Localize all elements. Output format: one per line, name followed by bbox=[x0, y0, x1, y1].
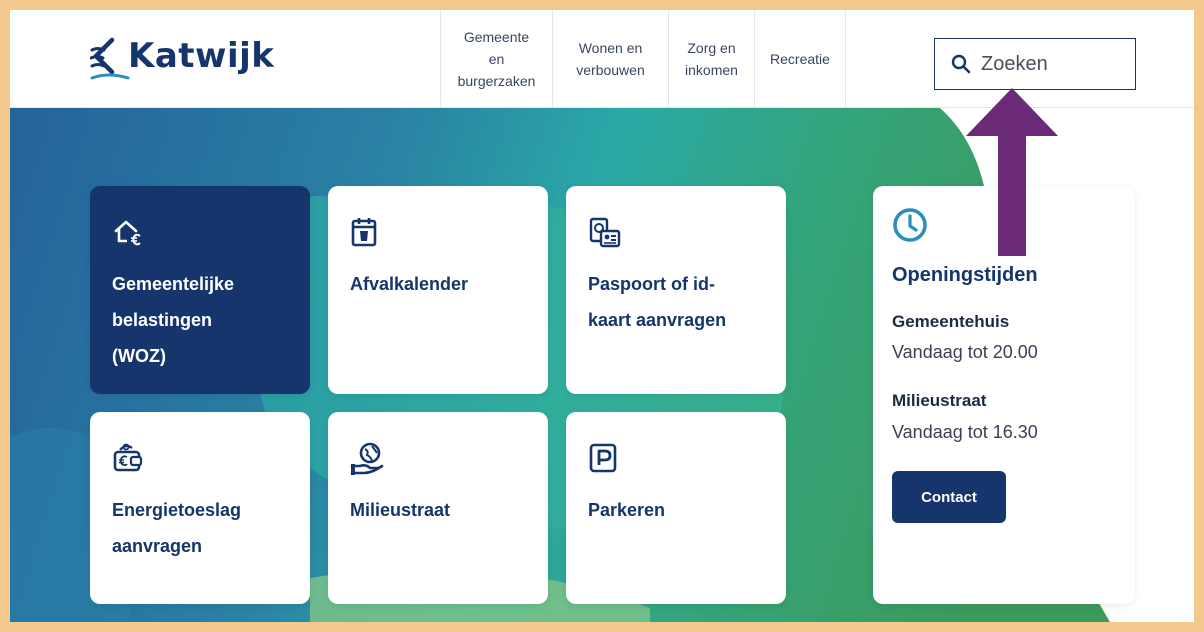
location-hours: Vandaag tot 16.30 bbox=[892, 422, 1038, 442]
nav-item-label: Wonen en verbouwen bbox=[576, 40, 645, 78]
tile-label: Afvalkalender bbox=[350, 274, 469, 294]
nav-item-gemeente[interactable]: Gemeente en burgerzaken bbox=[440, 10, 552, 108]
search-box[interactable] bbox=[934, 38, 1136, 90]
location-hours: Vandaag tot 20.00 bbox=[892, 342, 1038, 362]
wallet-euro-icon bbox=[113, 443, 143, 472]
house-euro-icon bbox=[114, 220, 141, 246]
nav-item-label: Zorg en inkomen bbox=[685, 40, 738, 78]
id-card-icon bbox=[589, 217, 621, 248]
tile-gemeentelijke-belastingen[interactable]: Gemeentelijke belastingen (WOZ) bbox=[90, 186, 310, 394]
logo-text: Katwijk bbox=[128, 36, 275, 76]
katwijk-logo[interactable]: Katwijk bbox=[90, 34, 274, 84]
tile-label: Milieustraat bbox=[350, 500, 451, 520]
location-name: Gemeentehuis bbox=[892, 312, 1010, 331]
nav-item-recreatie[interactable]: Recreatie bbox=[754, 10, 846, 108]
annotation-arrow-icon bbox=[966, 88, 1058, 256]
nav-item-label: Recreatie bbox=[770, 51, 830, 67]
parking-icon bbox=[589, 443, 617, 473]
tile-energietoeslag[interactable]: Energietoeslag aanvragen bbox=[90, 412, 310, 604]
nav-item-wonen[interactable]: Wonen en verbouwen bbox=[552, 10, 668, 108]
tile-label: Paspoort of id- kaart aanvragen bbox=[588, 274, 727, 330]
tile-milieustraat[interactable]: Milieustraat bbox=[328, 412, 548, 604]
clock-icon bbox=[893, 208, 927, 242]
nav-item-label: Gemeente en burgerzaken bbox=[457, 29, 536, 89]
search-input[interactable] bbox=[981, 52, 1121, 76]
tile-label: Energietoeslag aanvragen bbox=[112, 500, 242, 556]
browser-frame: Katwijk Gemeente en burgerzaken Wonen en… bbox=[10, 10, 1194, 622]
tile-parkeren[interactable]: Parkeren bbox=[566, 412, 786, 604]
nav-item-zorg[interactable]: Zorg en inkomen bbox=[668, 10, 754, 108]
tile-afvalkalender[interactable]: Afvalkalender bbox=[328, 186, 548, 394]
main-navigation: Gemeente en burgerzaken Wonen en verbouw… bbox=[440, 10, 846, 108]
opening-hours-title: Openingstijden bbox=[892, 264, 1038, 286]
search-icon bbox=[951, 54, 971, 74]
tile-label: Parkeren bbox=[588, 500, 666, 520]
calendar-bin-icon bbox=[351, 218, 377, 247]
tile-paspoort[interactable]: Paspoort of id- kaart aanvragen bbox=[566, 186, 786, 394]
waves-logo-icon bbox=[90, 37, 130, 80]
hand-globe-icon bbox=[350, 442, 384, 475]
tile-label: Gemeentelijke belastingen (WOZ) bbox=[112, 274, 235, 366]
location-name: Milieustraat bbox=[892, 391, 987, 410]
contact-button[interactable]: Contact bbox=[892, 471, 1006, 523]
